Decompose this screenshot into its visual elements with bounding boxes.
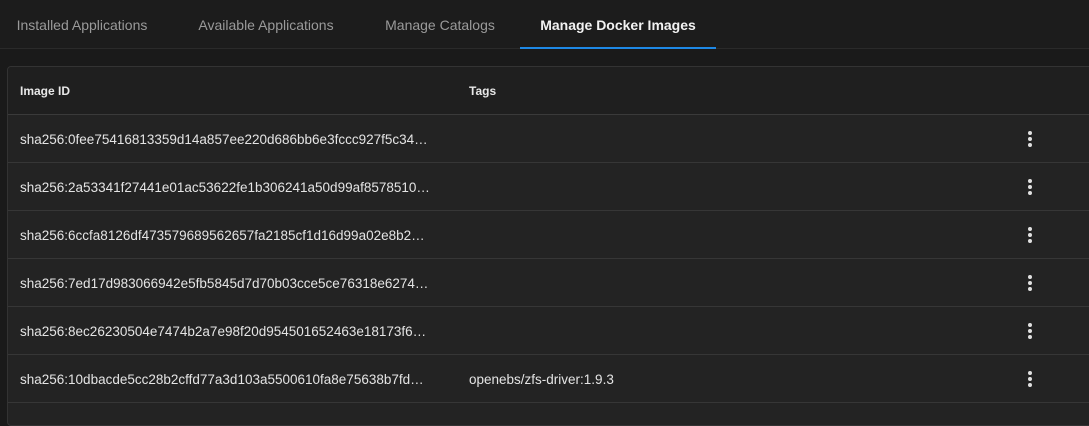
more-vert-icon[interactable]	[1016, 173, 1044, 201]
tags-cell	[469, 259, 989, 307]
table-header: Image ID Tags	[8, 67, 1089, 115]
image-id-cell: sha256:6ccfa8126df473579689562657fa2185c…	[20, 211, 450, 259]
column-header-tags[interactable]: Tags	[469, 67, 496, 115]
tab-label: Installed Applications	[16, 16, 148, 33]
image-id-text: sha256:6ccfa8126df473579689562657fa2185c…	[20, 227, 425, 243]
image-id-text: sha256:7ed17d983066942e5fb5845d7d70b03cc…	[20, 275, 429, 291]
image-id-cell: sha256:7ed17d983066942e5fb5845d7d70b03cc…	[20, 259, 450, 307]
tab-label: Manage Catalogs	[385, 16, 495, 33]
more-vert-icon[interactable]	[1016, 125, 1044, 153]
tags-cell	[469, 115, 989, 163]
image-id-text: sha256:8ec26230504e7474b2a7e98f20d954501…	[20, 323, 427, 339]
table-row[interactable]: sha256:6ccfa8126df473579689562657fa2185c…	[8, 211, 1089, 259]
image-id-cell: sha256:0fee75416813359d14a857ee220d686bb…	[20, 115, 450, 163]
tab-label: Available Applications	[198, 16, 334, 33]
table-row[interactable]: sha256:8ec26230504e7474b2a7e98f20d954501…	[8, 307, 1089, 355]
column-header-image-id[interactable]: Image ID	[20, 67, 70, 115]
tab-installed-applications[interactable]: Installed Applications	[0, 0, 164, 49]
more-vert-icon[interactable]	[1016, 269, 1044, 297]
tab-available-applications[interactable]: Available Applications	[176, 0, 356, 49]
table-row[interactable]: sha256:2a53341f27441e01ac53622fe1b306241…	[8, 163, 1089, 211]
docker-images-table: Image ID Tags sha256:0fee75416813359d14a…	[7, 66, 1089, 426]
table-row[interactable]: sha256:0fee75416813359d14a857ee220d686bb…	[8, 115, 1089, 163]
image-id-cell: sha256:8ec26230504e7474b2a7e98f20d954501…	[20, 307, 450, 355]
more-vert-icon[interactable]	[1016, 317, 1044, 345]
tab-manage-docker-images[interactable]: Manage Docker Images	[520, 0, 716, 49]
tags-cell	[469, 211, 989, 259]
table-row[interactable]: sha256:10dbacde5cc28b2cffd77a3d103a55006…	[8, 355, 1089, 403]
image-id-text: sha256:2a53341f27441e01ac53622fe1b306241…	[20, 179, 430, 195]
table-row[interactable]: sha256:7ed17d983066942e5fb5845d7d70b03cc…	[8, 259, 1089, 307]
image-id-cell: sha256:10dbacde5cc28b2cffd77a3d103a55006…	[20, 355, 450, 403]
tags-cell: openebs/zfs-driver:1.9.3	[469, 371, 614, 387]
tags-cell	[469, 163, 989, 211]
active-tab-indicator	[520, 47, 716, 49]
image-id-cell: sha256:2a53341f27441e01ac53622fe1b306241…	[20, 163, 450, 211]
more-vert-icon[interactable]	[1016, 221, 1044, 249]
tags-cell	[469, 307, 989, 355]
more-vert-icon[interactable]	[1016, 365, 1044, 393]
tab-bar: Installed Applications Available Applica…	[0, 0, 1089, 49]
image-id-text: sha256:0fee75416813359d14a857ee220d686bb…	[20, 131, 428, 147]
tab-manage-catalogs[interactable]: Manage Catalogs	[368, 0, 512, 49]
image-id-text: sha256:10dbacde5cc28b2cffd77a3d103a55006…	[20, 371, 424, 387]
tab-label: Manage Docker Images	[540, 16, 696, 33]
